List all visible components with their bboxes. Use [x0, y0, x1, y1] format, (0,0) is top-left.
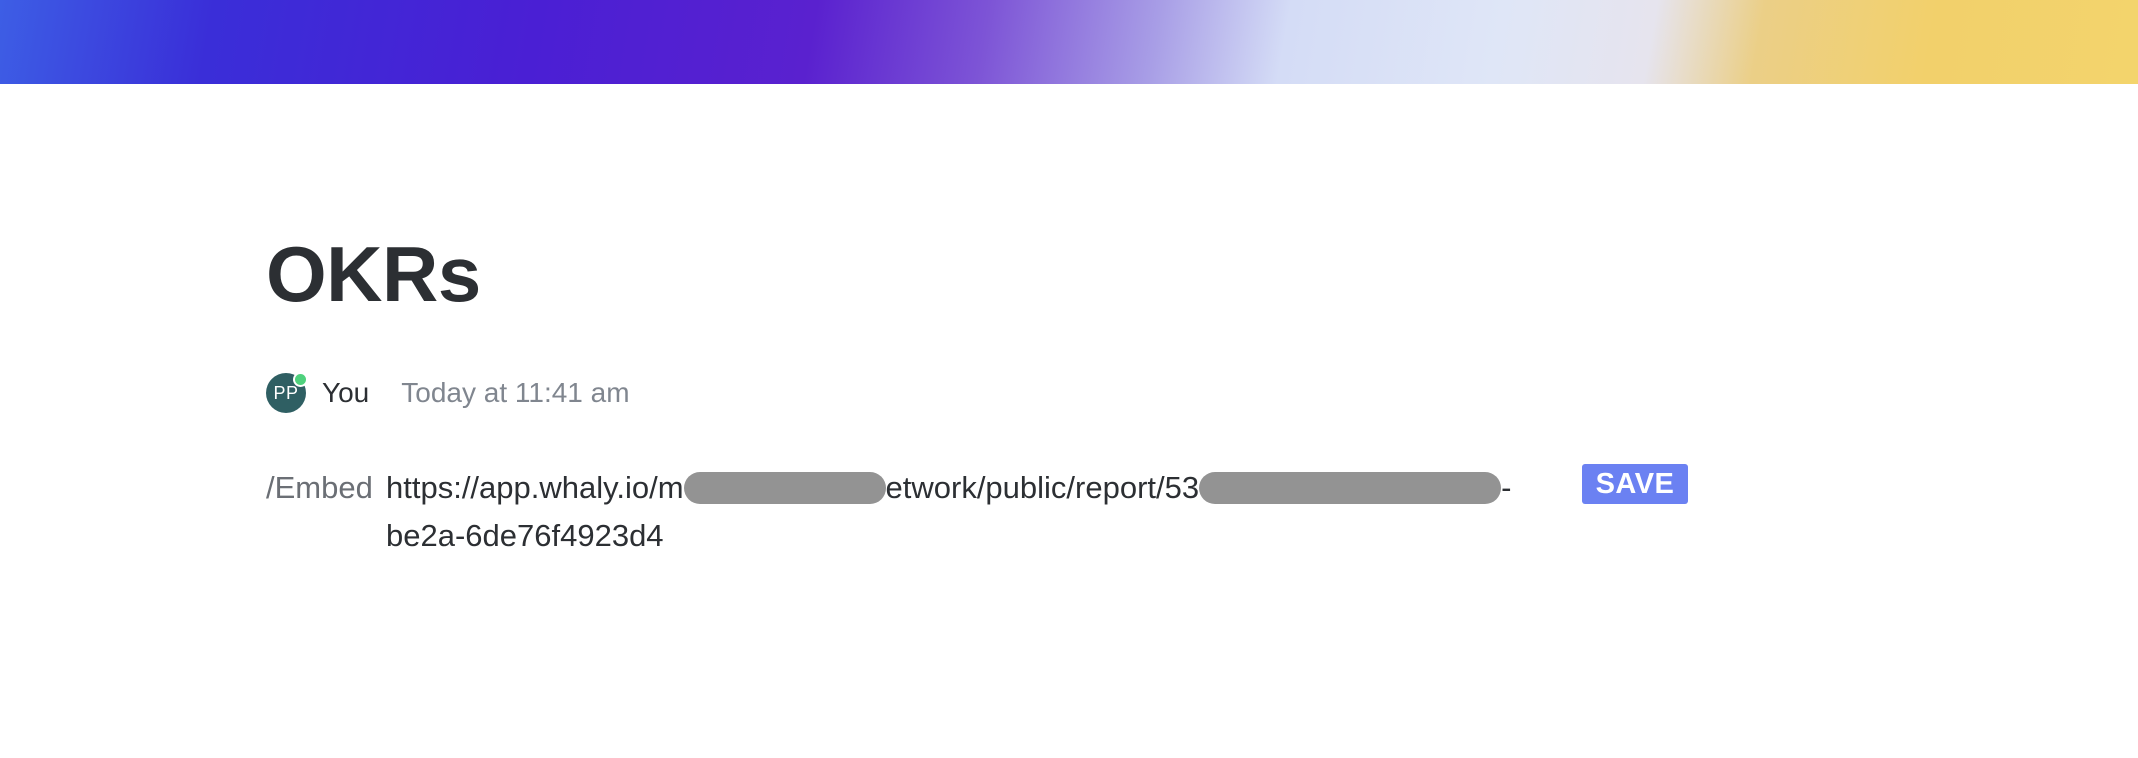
page: OKRs PP You Today at 11:41 am /Embed htt… [0, 0, 2138, 758]
url-text-end: - [1501, 470, 1512, 505]
url-text-start: https://app.whaly.io/m [386, 470, 684, 505]
cover-banner[interactable] [0, 0, 2138, 84]
online-status-icon [293, 372, 308, 387]
page-title[interactable]: OKRs [266, 230, 1766, 320]
embed-command: /Embed [266, 470, 373, 505]
edited-timestamp: Today at 11:41 am [401, 377, 630, 408]
embed-url-input[interactable]: https://app.whaly.io/m etwork/public/rep… [386, 464, 1556, 560]
page-content: OKRs PP You Today at 11:41 am /Embed htt… [266, 230, 1766, 553]
page-meta: PP You Today at 11:41 am [266, 372, 630, 414]
save-button[interactable]: SAVE [1582, 464, 1688, 504]
redacted-text [1199, 472, 1502, 504]
url-text-middle: etwork/public/report/53 [885, 470, 1200, 505]
avatar[interactable]: PP [266, 372, 308, 413]
embed-url-line-2: be2a-6de76f4923d4 [386, 518, 664, 553]
embed-url-line-1: https://app.whaly.io/m etwork/public/rep… [386, 464, 1556, 512]
avatar-initials: PP [273, 382, 299, 403]
author-name[interactable]: You [322, 377, 369, 409]
redacted-text [683, 472, 886, 504]
